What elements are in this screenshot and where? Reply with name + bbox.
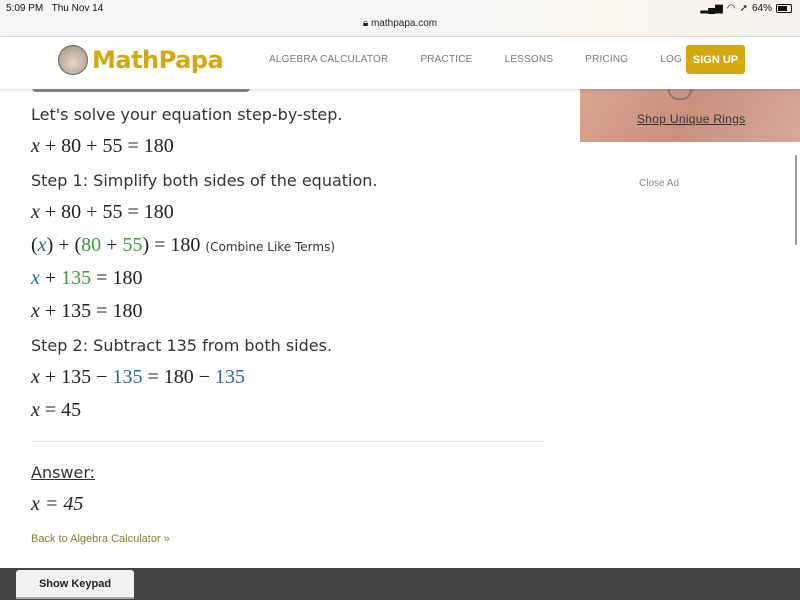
close-ad-button[interactable]: Close Ad <box>639 178 679 189</box>
ad-link[interactable]: Shop Unique Rings <box>637 112 746 126</box>
result-equation: x = 45 <box>31 399 82 421</box>
status-icons: ▂▄▆ ◠ ➚ 64% <box>700 3 792 14</box>
site-header: MathPapa ALGEBRA CALCULATOR PRACTICE LES… <box>0 37 800 89</box>
logo-face-icon <box>58 45 88 75</box>
step-2-text: Step 2: Subtract 135 from both sides. <box>31 336 333 355</box>
location-icon: ➚ <box>739 3 748 14</box>
combined-equation: x + 135 = 180 <box>31 267 143 289</box>
battery-icon <box>776 4 792 13</box>
nav-pricing[interactable]: PRICING <box>585 54 628 65</box>
advertisement[interactable]: Shop Unique Rings <box>580 84 800 142</box>
answer-label: Answer: <box>31 463 96 482</box>
lock-icon: 🔒︎ <box>362 18 369 29</box>
nav-lessons[interactable]: LESSONS <box>505 54 554 65</box>
combine-equation: (x) + (80 + 55) = 180 (Combine Like Term… <box>31 234 336 256</box>
equation: x + 80 + 55 = 180 <box>31 135 174 157</box>
url-bar[interactable]: 🔒︎ mathpapa.com <box>0 18 800 29</box>
keypad-bar: Show Keypad <box>0 568 800 600</box>
answer-value: x = 45 <box>31 493 84 515</box>
logo[interactable]: MathPapa <box>58 45 224 75</box>
scrollbar[interactable] <box>795 155 797 245</box>
sign-up-button[interactable]: SIGN UP <box>686 45 745 74</box>
divider <box>31 441 544 442</box>
step-1-text: Step 1: Simplify both sides of the equat… <box>31 171 378 190</box>
signal-icon: ▂▄▆ <box>700 3 723 14</box>
status-bar: 5:09 PM Thu Nov 14 🔒︎ mathpapa.com ▂▄▆ ◠ ➚… <box>0 0 800 37</box>
back-to-calculator-link[interactable]: Back to Algebra Calculator » <box>31 533 170 545</box>
simplified-equation: x + 135 = 180 <box>31 300 143 322</box>
subtract-equation: x + 135 − 135 = 180 − 135 <box>31 366 246 388</box>
show-keypad-button[interactable]: Show Keypad <box>16 570 134 599</box>
status-time: 5:09 PM Thu Nov 14 <box>6 3 104 14</box>
nav-practice[interactable]: PRACTICE <box>420 54 472 65</box>
combine-note: (Combine Like Terms) <box>205 240 336 254</box>
main-menu: ALGEBRA CALCULATOR PRACTICE LESSONS PRIC… <box>269 54 727 65</box>
intro-text: Let's solve your equation step-by-step. <box>31 105 343 124</box>
wifi-icon: ◠ <box>726 3 736 14</box>
nav-algebra-calculator[interactable]: ALGEBRA CALCULATOR <box>269 54 388 65</box>
step-1-equation: x + 80 + 55 = 180 <box>31 201 174 223</box>
